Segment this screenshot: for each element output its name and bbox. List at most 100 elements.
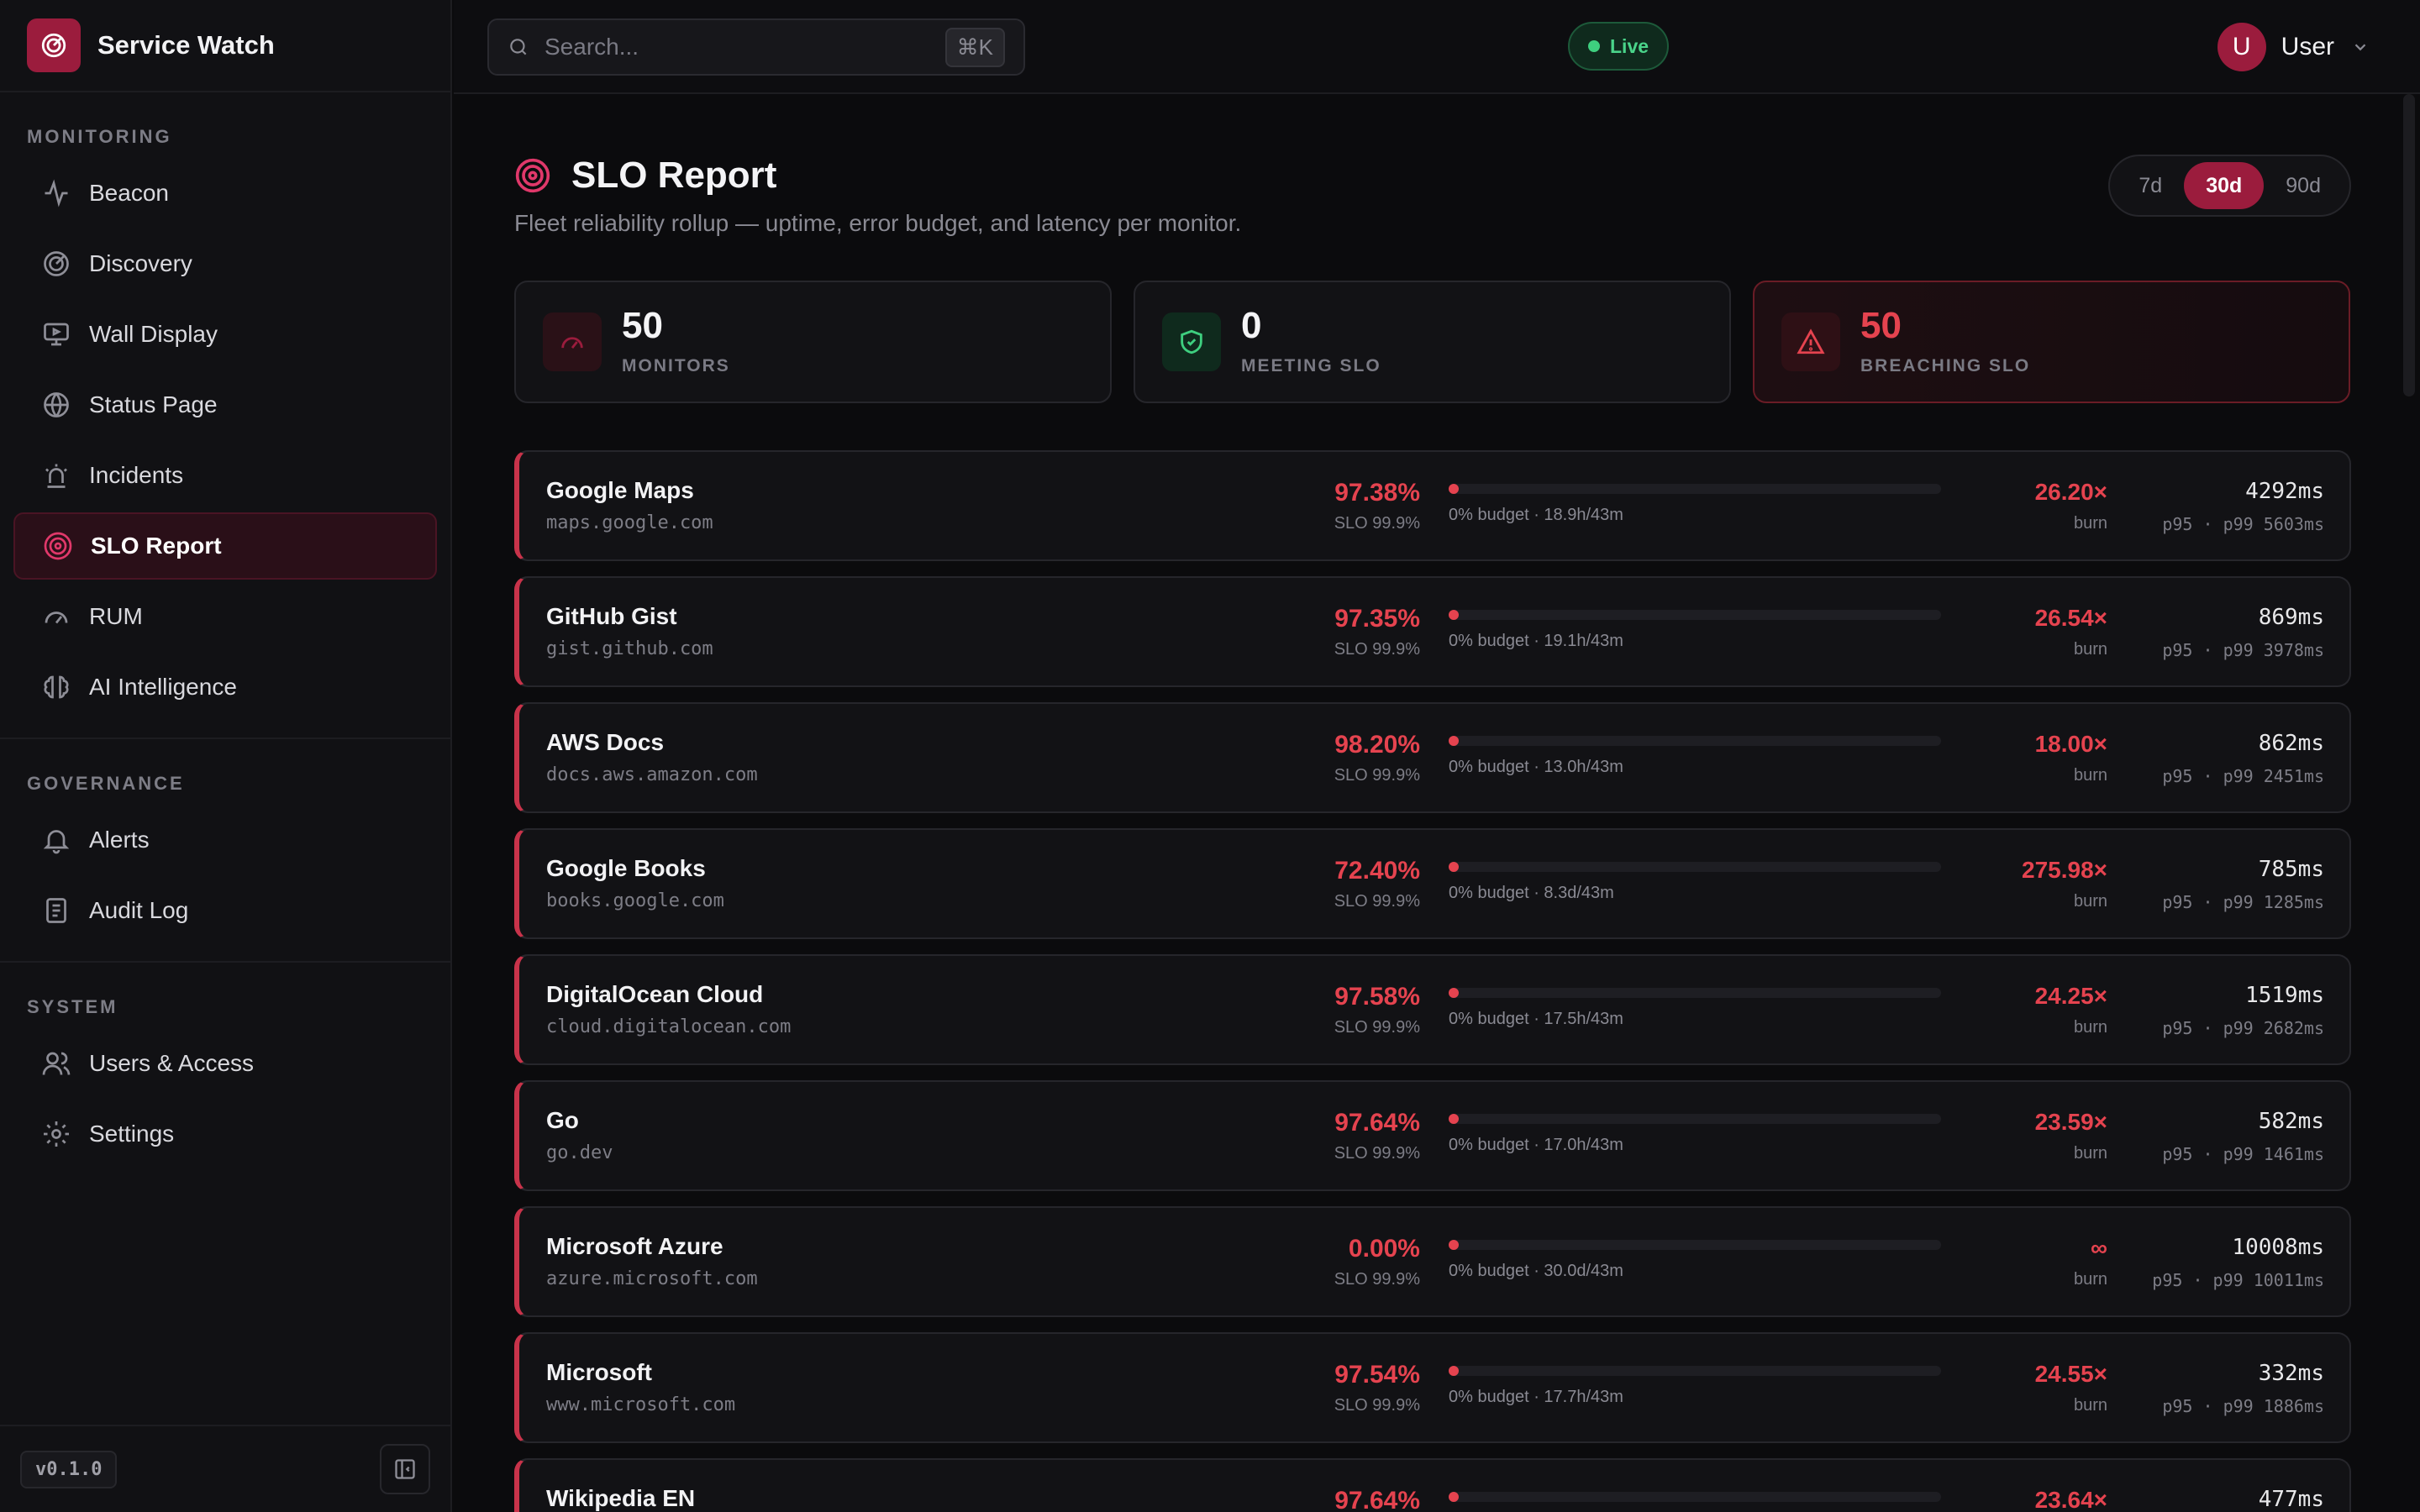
monitor-row[interactable]: Wikipedia EN 97.64% 23.64× 477ms [514, 1458, 2351, 1512]
monitor-name: Microsoft [546, 1359, 652, 1385]
brand-logo-icon [27, 18, 81, 72]
slo-target: SLO 99.9% [1334, 640, 1420, 659]
uptime-value: 97.64% [1334, 1109, 1420, 1137]
latency-p95: 332ms [2258, 1361, 2324, 1386]
sidebar-item-users-access[interactable]: Users & Access [13, 1030, 437, 1097]
error-budget-bar [1449, 862, 1941, 872]
collapse-sidebar-button[interactable] [380, 1444, 430, 1494]
live-badge: Live [1568, 22, 1670, 71]
globe-icon [40, 389, 72, 421]
sidebar-item-discovery[interactable]: Discovery [13, 230, 437, 297]
range-option-90d[interactable]: 90d [2264, 162, 2343, 209]
nav-section-governance: GOVERNANCE Alerts Audit Log [0, 739, 450, 963]
burn-rate: 26.20× [2034, 479, 2107, 505]
sidebar-item-rum[interactable]: RUM [13, 583, 437, 650]
monitor-row[interactable]: DigitalOcean Cloud cloud.digitalocean.com… [514, 954, 2351, 1065]
error-budget-text: 0% budget · 13.0h/43m [1449, 758, 1623, 776]
target-icon [42, 530, 74, 562]
sidebar-item-label: Wall Display [89, 321, 218, 347]
sidebar: Service Watch MONITORING Beacon Discovery W… [0, 0, 452, 1512]
sidebar-footer: v0.1.0 [0, 1425, 450, 1512]
monitor-host: www.microsoft.com [546, 1394, 736, 1415]
error-budget-bar [1449, 988, 1941, 998]
burn-rate: 24.55× [2034, 1361, 2107, 1387]
burn-label: burn [2073, 892, 2107, 911]
nav-heading: GOVERNANCE [27, 773, 185, 794]
range-option-7d[interactable]: 7d [2117, 162, 2184, 209]
bell-icon [40, 824, 72, 856]
monitor-name: Go [546, 1107, 579, 1133]
monitor-name: GitHub Gist [546, 603, 677, 629]
nav-section-system: SYSTEM Users & Access Settings [0, 963, 450, 1184]
monitor-row[interactable]: AWS Docs docs.aws.amazon.com 98.20% SLO 99.… [514, 702, 2351, 813]
sidebar-item-beacon[interactable]: Beacon [13, 160, 437, 227]
sidebar-item-label: Audit Log [89, 897, 189, 923]
monitor-row[interactable]: Google Books books.google.com 72.40% SLO 99… [514, 828, 2351, 939]
stat-label: MONITORS [622, 356, 730, 375]
burn-rate: 23.64× [2034, 1487, 2107, 1512]
monitor-host: maps.google.com [546, 512, 713, 533]
monitor-row[interactable]: GitHub Gist gist.github.com 97.35% SLO 99.9… [514, 576, 2351, 687]
burn-rate: 18.00× [2034, 731, 2107, 757]
error-budget-bar [1449, 1114, 1941, 1124]
sidebar-item-label: RUM [89, 603, 143, 629]
stat-label: MEETING SLO [1241, 356, 1381, 375]
error-budget-bar [1449, 484, 1941, 494]
sidebar-item-label: Users & Access [89, 1050, 255, 1076]
monitor-name: DigitalOcean Cloud [546, 981, 764, 1007]
error-budget-fill [1449, 988, 1459, 998]
slo-target: SLO 99.9% [1334, 1270, 1420, 1289]
sidebar-item-incidents[interactable]: Incidents [13, 442, 437, 509]
sidebar-item-label: Alerts [89, 827, 150, 853]
monitor-name: Google Books [546, 855, 706, 881]
latency-percentiles: p95 · p99 2682ms [2162, 1018, 2324, 1038]
stat-value: 50 [622, 305, 663, 346]
error-budget-text: 0% budget · 8.3d/43m [1449, 884, 1614, 902]
sidebar-item-wall-display[interactable]: Wall Display [13, 301, 437, 368]
latency-percentiles: p95 · p99 2451ms [2162, 766, 2324, 786]
slo-target: SLO 99.9% [1334, 1396, 1420, 1415]
gauge-icon [543, 312, 602, 371]
page-title: SLO Report [514, 155, 776, 197]
monitor-host: cloud.digitalocean.com [546, 1016, 792, 1037]
sidebar-item-alerts[interactable]: Alerts [13, 806, 437, 874]
sidebar-item-audit-log[interactable]: Audit Log [13, 877, 437, 944]
stat-breaching-slo: 50 BREACHING SLO [1753, 281, 2350, 403]
nav-heading: SYSTEM [27, 996, 118, 1017]
sidebar-item-label: AI Intelligence [89, 674, 237, 700]
slo-target: SLO 99.9% [1334, 1144, 1420, 1163]
sidebar-nav: MONITORING Beacon Discovery Wall Display Sta… [0, 92, 450, 1184]
error-budget-fill [1449, 1492, 1459, 1502]
sidebar-item-label: Incidents [89, 462, 184, 488]
stat-value: 50 [1860, 305, 1902, 346]
latency-p95: 10008ms [2232, 1235, 2324, 1260]
monitor-row[interactable]: Microsoft Azure azure.microsoft.com 0.00% S… [514, 1206, 2351, 1317]
monitor-row[interactable]: Microsoft www.microsoft.com 97.54% SLO 99.9… [514, 1332, 2351, 1443]
monitor-icon [40, 318, 72, 350]
burn-label: burn [2073, 1018, 2107, 1037]
error-budget-bar [1449, 610, 1941, 620]
user-menu[interactable]: U User [2217, 22, 2370, 72]
brand[interactable]: Service Watch [0, 0, 450, 92]
siren-icon [40, 459, 72, 491]
sidebar-item-ai-intelligence[interactable]: AI Intelligence [13, 654, 437, 721]
error-budget-fill [1449, 736, 1459, 746]
search-input[interactable]: Search... ⌘K [487, 18, 1025, 76]
burn-label: burn [2073, 1396, 2107, 1415]
stat-value: 0 [1241, 305, 1262, 346]
search-shortcut: ⌘K [944, 27, 1005, 67]
stat-monitors: 50 MONITORS [514, 281, 1112, 403]
monitor-row[interactable]: Go go.dev 97.64% SLO 99.9% 0% budget · 17.0h… [514, 1080, 2351, 1191]
nav-heading: MONITORING [27, 126, 172, 147]
scrollbar[interactable] [2403, 94, 2415, 396]
slo-target: SLO 99.9% [1334, 766, 1420, 785]
sidebar-item-settings[interactable]: Settings [13, 1100, 437, 1168]
slo-target: SLO 99.9% [1334, 514, 1420, 533]
sidebar-item-status-page[interactable]: Status Page [13, 371, 437, 438]
range-option-30d[interactable]: 30d [2184, 162, 2265, 209]
burn-rate: ∞ [2091, 1235, 2107, 1261]
sidebar-item-label: Settings [89, 1121, 175, 1147]
sidebar-item-slo-report[interactable]: SLO Report [13, 512, 437, 580]
burn-label: burn [2073, 514, 2107, 533]
monitor-row[interactable]: Google Maps maps.google.com 97.38% SLO 99.9… [514, 450, 2351, 561]
